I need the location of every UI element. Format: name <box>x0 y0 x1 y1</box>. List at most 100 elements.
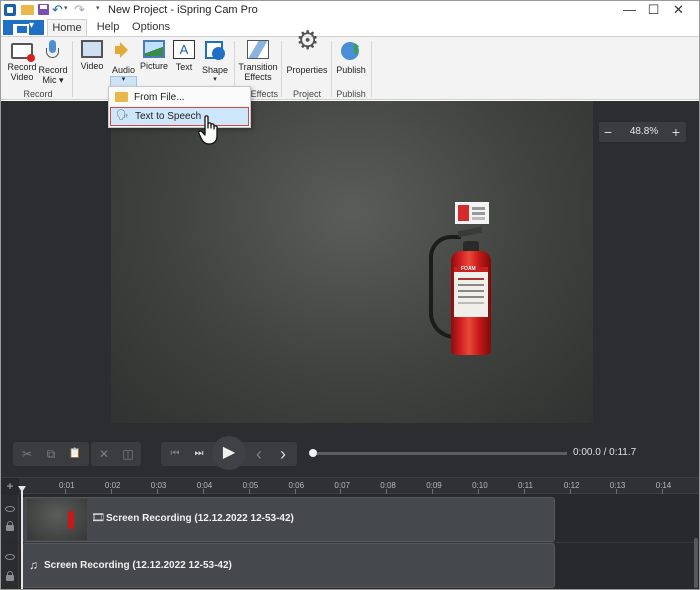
zoom-control: − 48.8% + <box>599 122 686 142</box>
progress-track[interactable] <box>313 452 567 455</box>
shape-label: Shape <box>201 65 229 75</box>
menu-item-from-file[interactable]: From File... <box>110 88 249 107</box>
video-track-controls <box>1 495 19 542</box>
ruler-tick-label: 0:11 <box>518 481 533 490</box>
zoom-in-button[interactable]: + <box>667 122 685 142</box>
redo-icon[interactable]: ↷ <box>74 3 86 16</box>
shape-button[interactable]: Shape ▾ <box>200 40 230 85</box>
progress-handle[interactable] <box>309 449 317 457</box>
ruler-tick-mark <box>432 489 434 494</box>
audio-dropdown-menu: From File... 🗣 Text to Speech <box>108 86 251 128</box>
ruler-tick-mark <box>478 489 480 494</box>
eye-icon[interactable] <box>5 554 15 560</box>
lock-icon[interactable] <box>6 521 14 531</box>
timeline-scrollbar[interactable] <box>694 538 698 588</box>
video-label: Video <box>80 61 104 71</box>
close-button[interactable]: ✕ <box>656 1 699 19</box>
text-icon: A <box>173 40 195 59</box>
quick-access-dropdown-icon[interactable]: ▾ <box>96 4 100 12</box>
ruler-tick-label: 0:07 <box>334 481 350 490</box>
undo-dropdown-icon[interactable]: ▾ <box>64 4 68 12</box>
record-video-label: Record Video <box>7 62 37 82</box>
audio-button[interactable]: Audio ▾ <box>110 40 137 85</box>
audio-clip[interactable]: ♫ Screen Recording (12.12.2022 12-53-42) <box>22 543 555 588</box>
zoom-out-button[interactable]: − <box>599 122 617 142</box>
video-clip[interactable]: 🎞 Screen Recording (12.12.2022 12-53-42) <box>22 497 555 542</box>
step-forward-button[interactable]: › <box>271 442 295 466</box>
ruler-tick-mark <box>156 489 158 494</box>
app-icon[interactable] <box>4 4 16 16</box>
music-note-icon: ♫ <box>29 558 38 572</box>
delete-button[interactable]: ✕ <box>92 442 116 466</box>
menu-item-label: From File... <box>134 92 185 103</box>
hand-cursor-icon <box>198 115 218 145</box>
properties-button[interactable]: Properties <box>286 35 328 75</box>
ruler-tick-label: 0:13 <box>609 481 626 490</box>
publish-globe-icon <box>339 40 363 62</box>
timeline: + 0:01 0:02 0:03 0:04 0:05 0:06 0:07 0:08 0:09 0:… <box>1 477 699 589</box>
audio-clip-title: Screen Recording (12.12.2022 12-53-42) <box>44 560 232 571</box>
ruler-tick-label: 0:06 <box>288 481 305 490</box>
ruler-tick-label: 0:03 <box>150 481 167 490</box>
extinguisher-label: FOAM <box>454 266 488 317</box>
playback-controls: ✂ ⧉ 📋 ✕ ◫ ⏮ ⏭ ‹ › ▶ 0:00.0 / 0:11.7 <box>1 429 699 477</box>
editor-canvas[interactable]: FOAM − 48.8% + <box>1 101 699 429</box>
record-mic-button[interactable]: Record Mic ▾ <box>38 40 68 85</box>
playhead[interactable] <box>21 487 23 589</box>
microphone-icon <box>41 40 65 62</box>
open-folder-icon[interactable] <box>21 5 34 15</box>
tab-options[interactable]: Options <box>127 19 175 36</box>
fire-sign-image <box>455 202 489 224</box>
audio-dropdown-icon: ▾ <box>121 76 126 83</box>
ruler-tick-mark <box>340 489 342 494</box>
group-record-label: Record <box>23 89 53 99</box>
split-button[interactable]: ◫ <box>116 442 140 466</box>
group-project-label: Project <box>292 89 321 99</box>
zoom-level[interactable]: 48.8% <box>621 126 667 137</box>
picture-button[interactable]: Picture <box>139 40 169 71</box>
transition-icon <box>247 40 269 59</box>
clipboard-tools: ✂ ⧉ 📋 <box>13 442 89 466</box>
paste-button[interactable]: 📋 <box>63 442 87 466</box>
ruler-tick-label: 0:04 <box>196 481 213 490</box>
picture-label: Picture <box>139 61 168 71</box>
group-divider <box>281 41 282 97</box>
ruler-tick-mark <box>386 489 388 494</box>
publish-button[interactable]: Publish <box>335 40 367 75</box>
folder-open-icon <box>115 92 128 102</box>
tab-help[interactable]: Help <box>90 19 126 36</box>
ruler-tick-label: 0:01 <box>59 481 75 490</box>
ruler-tick-mark <box>110 489 112 494</box>
ruler-tick-label: 0:02 <box>104 481 121 490</box>
go-to-end-button[interactable]: ⏭ <box>187 442 211 466</box>
step-back-button[interactable]: ‹ <box>247 442 271 466</box>
text-button[interactable]: A Text <box>169 40 199 72</box>
ruler-tick-label: 0:09 <box>426 481 442 490</box>
save-icon[interactable] <box>38 4 49 15</box>
transition-effects-label: Transition Effects <box>238 62 278 82</box>
add-track-button[interactable]: + <box>4 479 16 493</box>
video-film-icon <box>81 40 103 58</box>
copy-button[interactable]: ⧉ <box>39 442 63 466</box>
lock-icon[interactable] <box>6 571 14 581</box>
transition-effects-button[interactable]: Transition Effects <box>238 40 278 82</box>
ruler-tick-mark <box>294 489 296 494</box>
tab-home[interactable]: Home <box>47 19 87 36</box>
audio-label: Audio <box>111 65 136 75</box>
file-menu-button[interactable] <box>3 20 44 35</box>
ruler-tick-label: 0:12 <box>563 481 580 490</box>
menu-item-text-to-speech[interactable]: 🗣 Text to Speech <box>110 107 249 126</box>
record-video-button[interactable]: Record Video <box>7 40 37 82</box>
gear-icon <box>295 35 319 62</box>
video-preview[interactable]: FOAM <box>111 101 593 423</box>
eye-icon[interactable] <box>5 506 15 512</box>
ruler-tick-label: 0:14 <box>655 481 672 490</box>
cut-button[interactable]: ✂ <box>15 442 39 466</box>
ruler-tick-label: 0:05 <box>242 481 259 490</box>
play-button[interactable]: ▶ <box>212 436 246 470</box>
video-button[interactable]: Video <box>77 40 107 71</box>
ruler-tick-label: 0:10 <box>472 481 488 490</box>
timeline-ruler[interactable]: 0:01 0:02 0:03 0:04 0:05 0:06 0:07 0:08 0:09 0:10… <box>19 478 699 494</box>
go-to-start-button[interactable]: ⏮ <box>163 442 187 466</box>
undo-icon[interactable]: ↶ <box>52 3 64 16</box>
